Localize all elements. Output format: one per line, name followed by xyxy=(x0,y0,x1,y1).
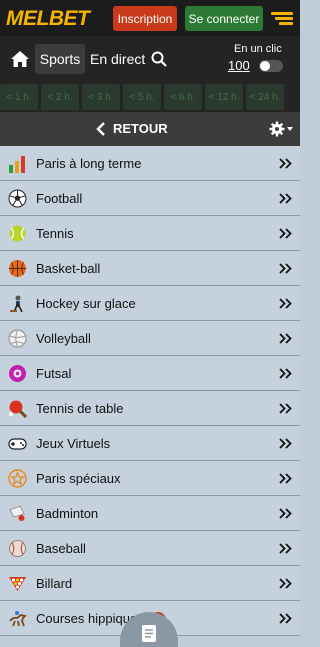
sport-row-badminton[interactable]: Badminton xyxy=(0,496,300,531)
double-chevron-right-icon xyxy=(279,438,292,449)
sport-label: Football xyxy=(36,191,83,206)
sport-row-futsal[interactable]: Futsal xyxy=(0,356,300,391)
top-bar: MELBET Inscription Se connecter xyxy=(0,0,300,36)
star-icon xyxy=(8,469,27,488)
one-click-amount[interactable]: 100 xyxy=(228,58,250,73)
double-chevron-right-icon xyxy=(279,333,292,344)
futsal-ball-icon xyxy=(9,365,26,382)
double-chevron-right-icon xyxy=(279,543,292,554)
double-chevron-right-icon xyxy=(279,263,292,274)
double-chevron-right-icon xyxy=(279,613,292,624)
time-filter-chip[interactable]: < 2 h. xyxy=(41,84,79,110)
sport-row-long-term[interactable]: Paris à long terme xyxy=(0,146,300,181)
sport-label: Jeux Virtuels xyxy=(36,436,111,451)
sport-label: Tennis de table xyxy=(36,401,124,416)
billiard-icon xyxy=(9,577,26,591)
sport-label: Badminton xyxy=(36,506,99,521)
sports-list: Paris à long terme Football Tennis Baske… xyxy=(0,146,300,636)
time-filter-bar: < 1 h. < 2 h. < 3 h. < 5 h. < 6 h. < 12 … xyxy=(0,82,300,112)
nav-bar: Sports En direct En un clic 100 xyxy=(0,36,300,82)
double-chevron-right-icon xyxy=(279,403,292,414)
hockey-icon xyxy=(10,295,23,313)
time-filter-chip[interactable]: < 5 h. xyxy=(123,84,161,110)
time-filter-chip[interactable]: < 12 h. xyxy=(205,84,243,110)
ping-pong-icon xyxy=(9,400,27,418)
back-button[interactable]: RETOUR xyxy=(95,121,168,136)
sport-row-virtual-games[interactable]: Jeux Virtuels xyxy=(0,426,300,461)
settings-gear-icon[interactable] xyxy=(269,121,295,137)
sport-row-football[interactable]: Football xyxy=(0,181,300,216)
horse-racing-icon xyxy=(9,611,27,627)
double-chevron-right-icon xyxy=(279,508,292,519)
sport-label: Futsal xyxy=(36,366,72,381)
chevron-left-icon xyxy=(96,121,105,136)
double-chevron-right-icon xyxy=(279,298,292,309)
sport-row-tennis[interactable]: Tennis xyxy=(0,216,300,251)
time-filter-chip[interactable]: < 3 h. xyxy=(82,84,120,110)
back-label: RETOUR xyxy=(113,121,168,136)
bar-chart-icon xyxy=(9,156,25,173)
tennis-ball-icon xyxy=(9,225,26,242)
time-filter-chip[interactable]: < 1 h. xyxy=(0,84,38,110)
search-icon[interactable] xyxy=(151,51,167,67)
sport-row-volleyball[interactable]: Volleyball xyxy=(0,321,300,356)
sport-label: Paris spéciaux xyxy=(36,471,121,486)
basketball-icon xyxy=(9,260,26,277)
double-chevron-right-icon xyxy=(279,193,292,204)
login-button[interactable]: Se connecter xyxy=(185,6,263,31)
shuttlecock-icon xyxy=(9,505,25,521)
baseball-icon xyxy=(9,540,26,557)
volleyball-icon xyxy=(8,329,27,348)
double-chevron-right-icon xyxy=(279,578,292,589)
soccer-ball-icon xyxy=(8,189,27,208)
melbet-logo[interactable]: MELBET xyxy=(6,7,90,31)
double-chevron-right-icon xyxy=(279,473,292,484)
sport-row-ice-hockey[interactable]: Hockey sur glace xyxy=(0,286,300,321)
sport-label: Tennis xyxy=(36,226,74,241)
sport-label: Hockey sur glace xyxy=(36,296,136,311)
sub-header: RETOUR xyxy=(0,112,300,146)
gamepad-icon xyxy=(8,438,27,450)
sport-row-basketball[interactable]: Basket-ball xyxy=(0,251,300,286)
register-button[interactable]: Inscription xyxy=(113,6,177,31)
sport-label: Billard xyxy=(36,576,73,591)
time-filter-chip[interactable]: < 24 h. xyxy=(246,84,284,110)
home-icon[interactable] xyxy=(10,50,30,68)
one-click-label: En un clic xyxy=(234,43,282,55)
sport-row-baseball[interactable]: Baseball xyxy=(0,531,300,566)
bet-slip-icon[interactable] xyxy=(141,624,157,643)
sport-row-table-tennis[interactable]: Tennis de table xyxy=(0,391,300,426)
one-click-toggle[interactable] xyxy=(259,60,283,72)
tab-live[interactable]: En direct xyxy=(90,44,145,74)
sport-row-special-bets[interactable]: Paris spéciaux xyxy=(0,461,300,496)
double-chevron-right-icon xyxy=(279,228,292,239)
double-chevron-right-icon xyxy=(279,368,292,379)
tab-sports[interactable]: Sports xyxy=(35,44,85,74)
sport-label: Baseball xyxy=(36,541,86,556)
double-chevron-right-icon xyxy=(279,158,292,169)
time-filter-chip[interactable]: < 6 h. xyxy=(164,84,202,110)
sport-label: Basket-ball xyxy=(36,261,101,276)
sport-row-billiards[interactable]: Billard xyxy=(0,566,300,601)
sport-label: Paris à long terme xyxy=(36,156,142,171)
menu-icon[interactable] xyxy=(271,12,293,26)
sport-label: Volleyball xyxy=(36,331,91,346)
